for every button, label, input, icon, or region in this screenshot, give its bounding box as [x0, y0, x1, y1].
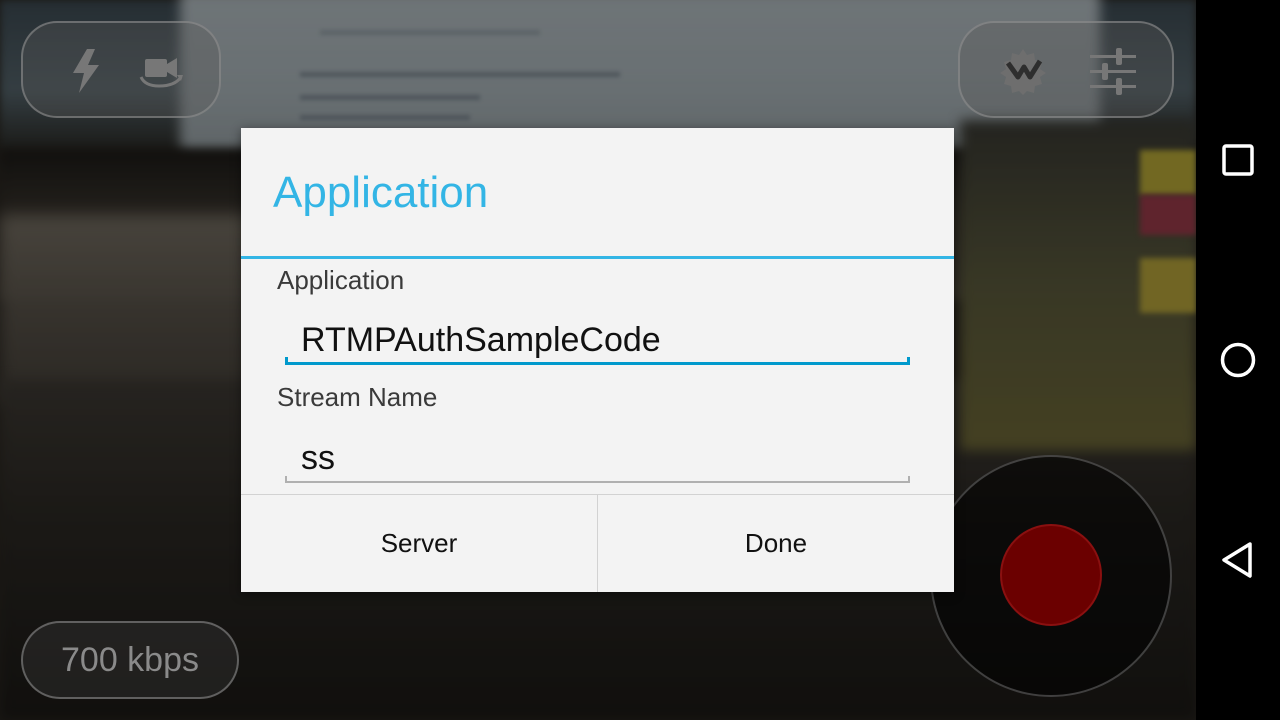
camera-controls-right: [958, 21, 1174, 118]
bitrate-indicator: 700 kbps: [21, 621, 239, 699]
camera-controls-left: [21, 21, 221, 118]
record-button[interactable]: [1000, 524, 1102, 626]
flash-icon[interactable]: [69, 49, 103, 93]
triangle-back-icon[interactable]: [1220, 541, 1254, 579]
server-button[interactable]: Server: [241, 495, 597, 592]
circle-icon[interactable]: [1220, 342, 1256, 378]
settings-sliders-icon[interactable]: [1088, 45, 1138, 97]
navigation-bar: [1196, 0, 1280, 720]
switch-camera-icon[interactable]: [135, 53, 187, 89]
application-input[interactable]: RTMPAuthSampleCode: [285, 317, 910, 365]
title-divider: [241, 256, 954, 259]
stream-name-input[interactable]: ss: [285, 435, 910, 483]
broadcast-gear-icon[interactable]: [996, 47, 1050, 95]
dialog-title: Application: [273, 168, 489, 217]
application-field-label: Application: [277, 265, 405, 295]
square-icon[interactable]: [1222, 144, 1254, 176]
application-dialog: Application Application RTMPAuthSampleCo…: [241, 128, 954, 592]
stream-name-field-label: Stream Name: [277, 382, 438, 412]
done-button[interactable]: Done: [598, 495, 954, 592]
